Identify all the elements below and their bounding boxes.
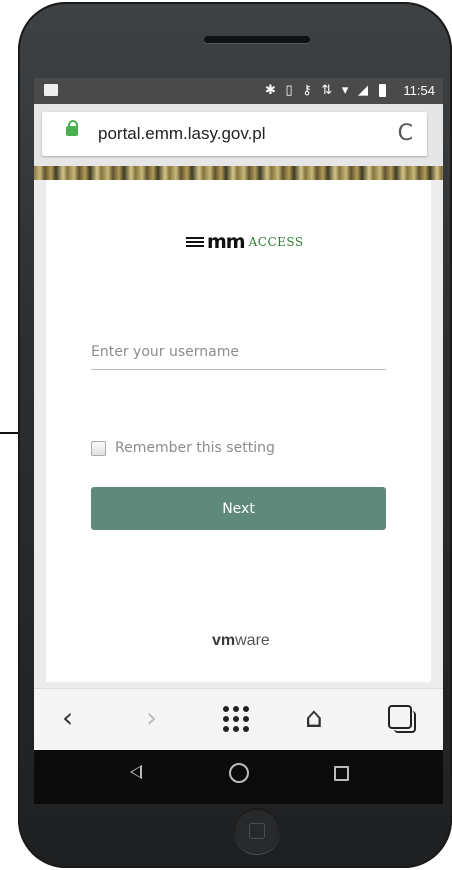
android-back-icon[interactable] [130,765,142,779]
battery-icon [379,84,386,97]
login-panel: mm ACCESS Remember this setting Next vmw… [46,180,431,682]
status-time: 11:54 [403,83,435,98]
phone-speaker [204,36,310,43]
back-icon[interactable]: ‹ [62,703,73,733]
logo-mm-text: mm [207,230,246,253]
android-home-icon[interactable] [229,763,249,783]
tabs-icon[interactable] [388,705,416,733]
gallery-icon [44,84,58,96]
phone-screen: ✱ ▯ ⚷ ⇅ ▾ ◢ 11:54 portal.emm.lasy.gov.pl… [34,78,443,804]
remember-label: Remember this setting [115,440,275,456]
status-bar: ✱ ▯ ⚷ ⇅ ▾ ◢ 11:54 [34,78,443,104]
logo-access-text: ACCESS [248,235,304,249]
status-icons: ✱ ▯ ⚷ ⇅ ▾ ◢ [264,82,371,97]
forward-icon[interactable]: › [146,703,157,733]
remember-checkbox[interactable] [91,440,106,456]
browser-bottom-nav: ‹ › ⌂ [34,688,443,751]
reload-icon[interactable]: C [398,121,413,146]
vmware-logo-bold: vm [212,632,236,649]
vmware-logo: vmware [212,632,270,650]
hardware-home-button[interactable] [234,808,280,854]
username-input[interactable] [91,335,386,370]
header-banner-image [34,166,443,180]
vmware-logo-rest: ware [235,632,270,649]
remember-setting-row[interactable]: Remember this setting [91,440,275,456]
browser-toolbar: portal.emm.lasy.gov.pl C [34,104,443,166]
android-recents-icon[interactable] [334,766,349,781]
emm-access-logo: mm ACCESS [186,232,304,252]
url-text[interactable]: portal.emm.lasy.gov.pl [98,124,266,144]
lock-icon [66,120,78,136]
logo-equals-icon [186,236,204,248]
hardware-home-icon [249,823,265,839]
next-button[interactable]: Next [91,487,386,530]
apps-grid-icon[interactable] [223,706,249,732]
home-icon[interactable]: ⌂ [305,703,323,733]
android-nav-bar [34,750,443,804]
address-bar[interactable]: portal.emm.lasy.gov.pl C [42,112,427,156]
